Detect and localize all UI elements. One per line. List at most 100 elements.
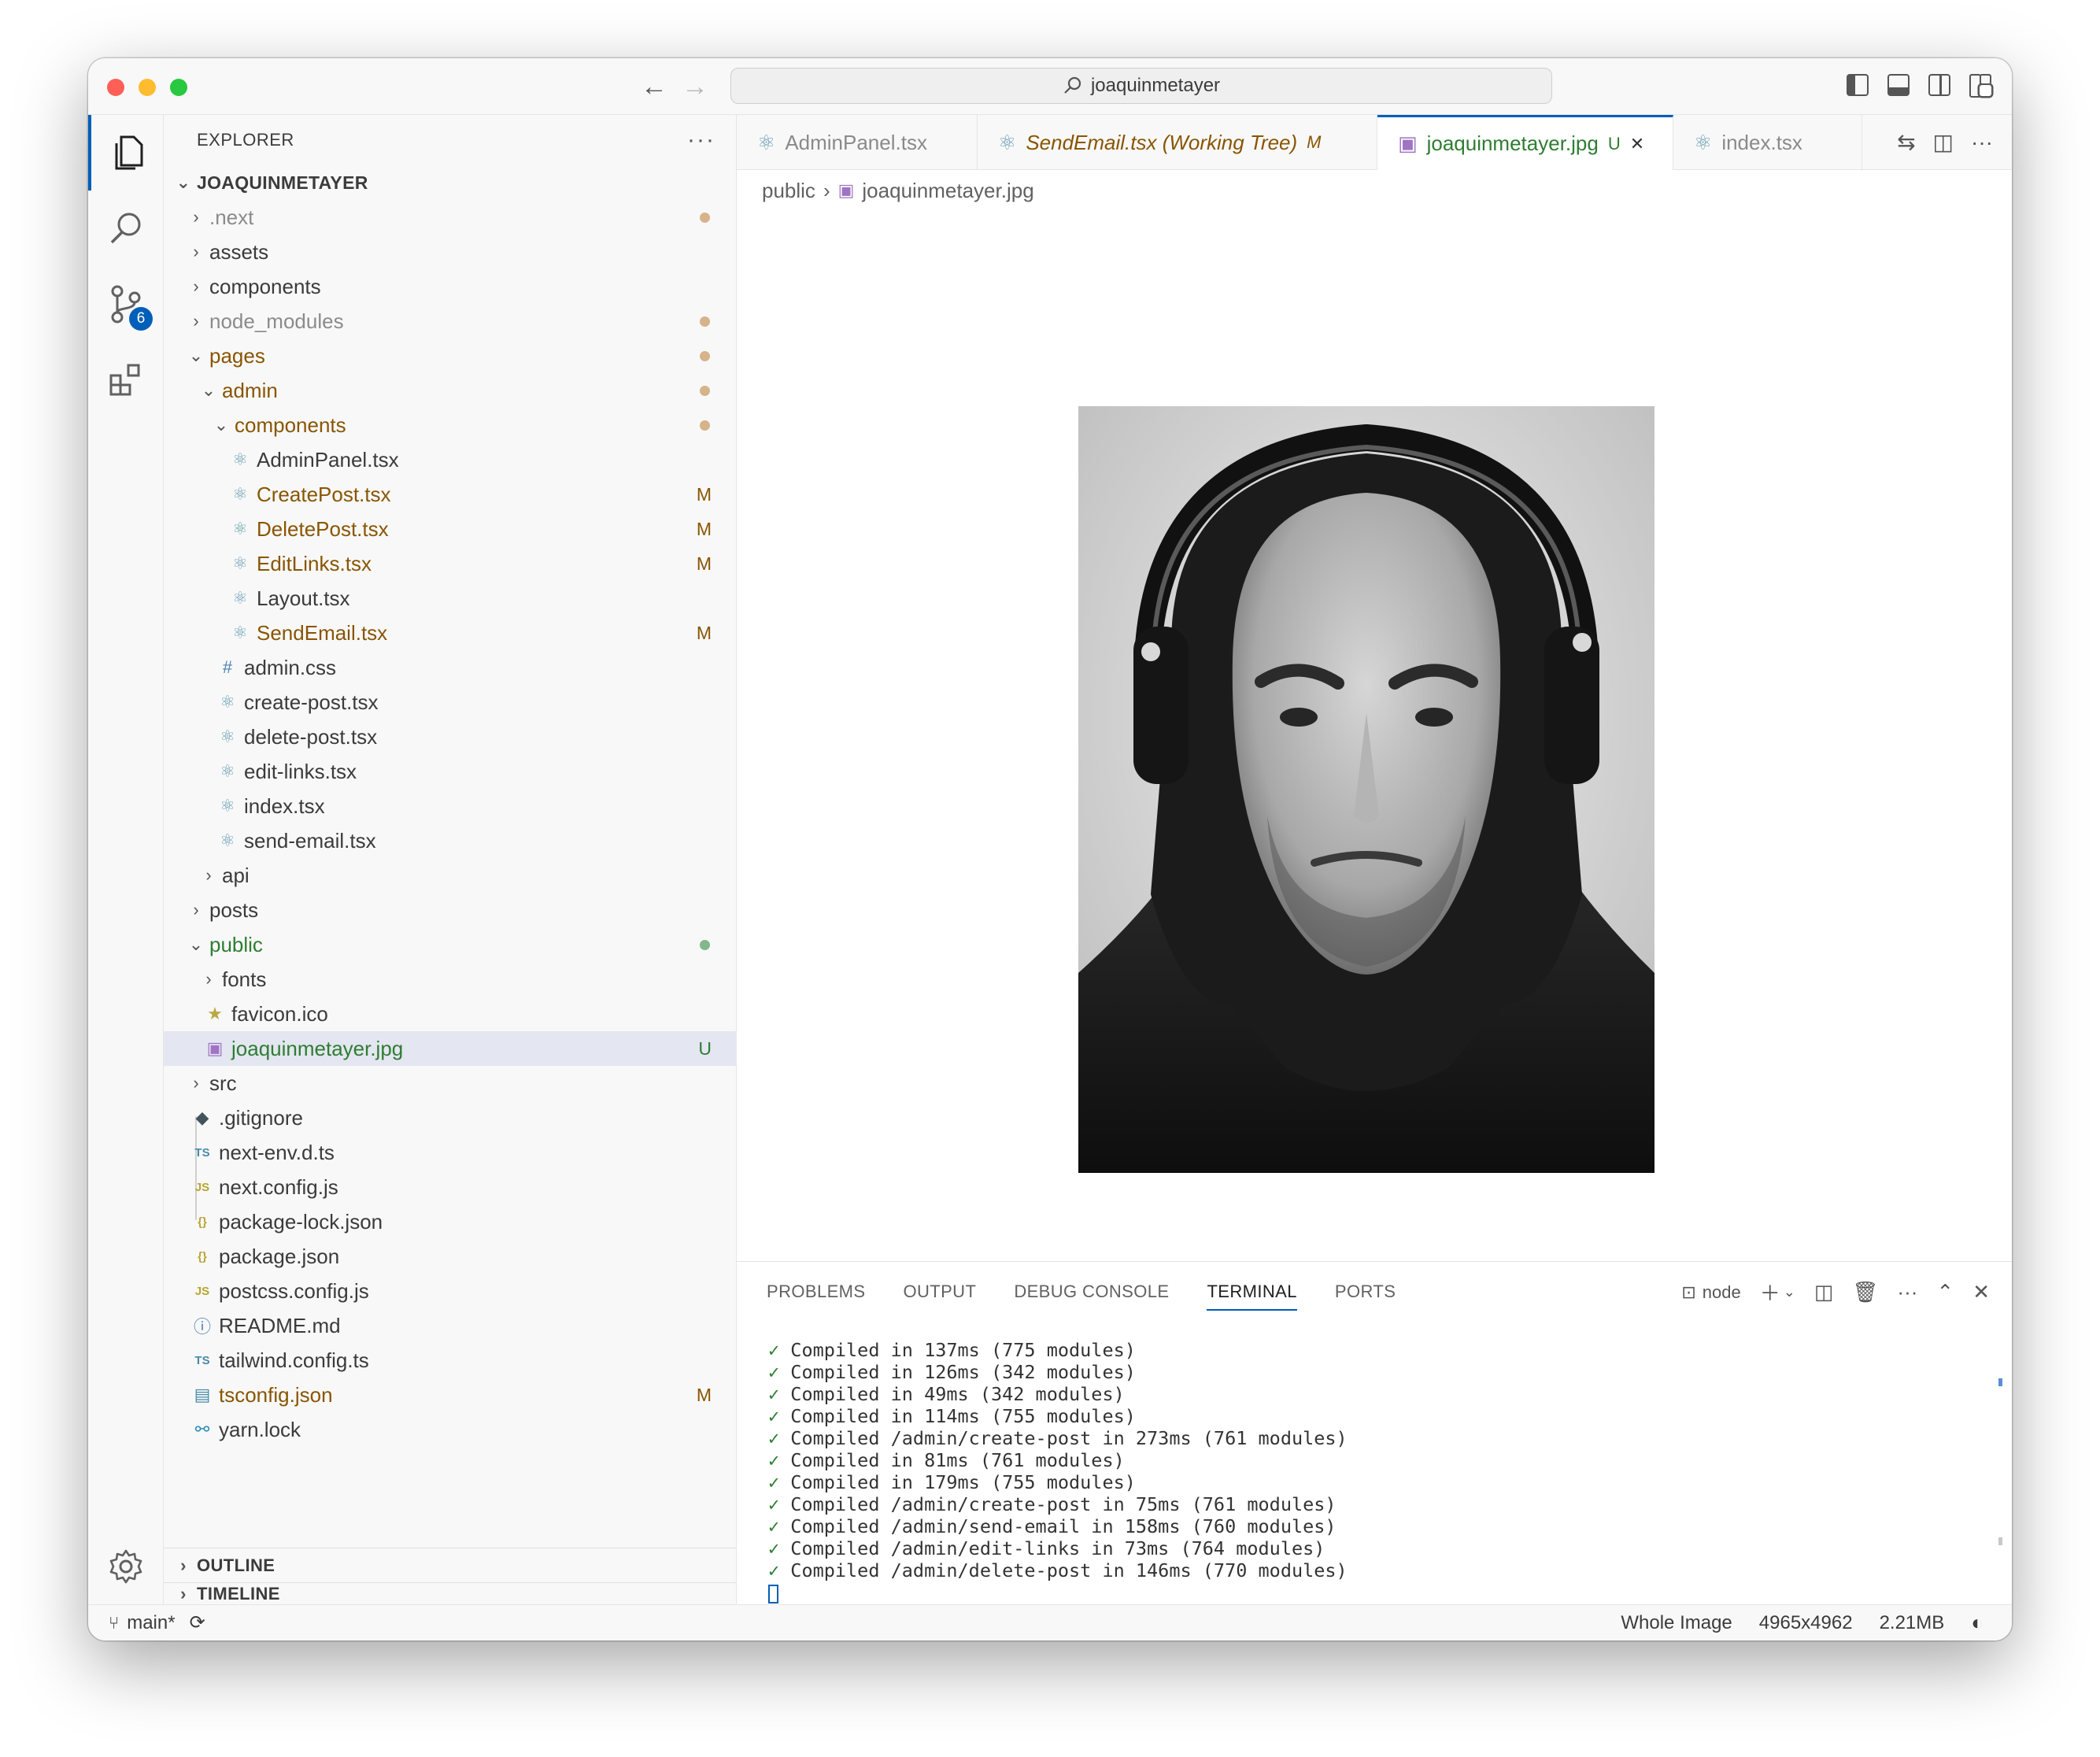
manage-activity[interactable] (88, 1529, 164, 1604)
file-item[interactable]: # admin.css (164, 650, 737, 685)
file-item[interactable]: ⚛ CreatePost.tsx M (164, 477, 737, 512)
close-panel-icon[interactable]: ✕ (1972, 1280, 1990, 1304)
chevron-right-icon: › (823, 178, 830, 202)
terminal-output[interactable]: ✓ Compiled in 137ms (775 modules) ✓ Compi… (768, 1339, 1348, 1603)
source-control-activity[interactable]: 6 (88, 266, 164, 342)
extensions-activity[interactable] (88, 342, 164, 417)
folder-item[interactable]: › node_modules (164, 304, 737, 338)
tab-debug-console[interactable]: DEBUG CONSOLE (995, 1262, 1188, 1322)
terminal-name[interactable]: node (1703, 1282, 1741, 1303)
file-item[interactable]: ★ favicon.ico (164, 997, 737, 1031)
tab-sendemail-working-tree[interactable]: ⚛ SendEmail.tsx (Working Tree) M (978, 115, 1377, 170)
file-item[interactable]: ⚛ EditLinks.tsx M (164, 546, 737, 581)
terminal-line-text: Compiled in 126ms (342 modules) (790, 1361, 1136, 1383)
close-tab-icon[interactable]: ✕ (1630, 134, 1644, 154)
image-file-icon: ▣ (837, 180, 855, 200)
file-item[interactable]: ⚛ Layout.tsx (164, 581, 737, 616)
back-arrow-icon[interactable]: ← (641, 72, 667, 101)
forward-arrow-icon[interactable]: → (682, 72, 708, 101)
toggle-secondary-sidebar-icon[interactable] (1928, 74, 1950, 96)
react-icon: ⚛ (232, 553, 248, 573)
timeline-section[interactable]: › TIMELINE (164, 1582, 737, 1604)
file-item[interactable]: {} package.json (164, 1239, 737, 1274)
folder-item[interactable]: › fonts (164, 962, 737, 997)
scm-count-badge: 6 (129, 307, 153, 331)
scrollbar-marker (1998, 1378, 2002, 1386)
workspace-root[interactable]: ⌄ JOAQUINMETAYER (164, 165, 737, 200)
explorer-activity[interactable] (88, 115, 164, 190)
tab-joaquinmetayer-jpg[interactable]: ▣ joaquinmetayer.jpg U ✕ (1377, 115, 1673, 170)
folder-item[interactable]: ⌄ admin (164, 373, 737, 408)
folder-item[interactable]: › api (164, 858, 737, 893)
tab-ports[interactable]: PORTS (1316, 1262, 1414, 1322)
tree-item-label: src (209, 1071, 237, 1095)
chevron-down-icon[interactable]: ⌄ (1784, 1284, 1795, 1300)
close-window-button[interactable] (107, 79, 124, 96)
file-item[interactable]: ⚛ send-email.tsx (164, 823, 737, 858)
tree-item-label: next.config.js (219, 1174, 338, 1199)
file-item[interactable]: ⚛ DeletePost.tsx M (164, 512, 737, 546)
customize-layout-icon[interactable] (1969, 74, 1991, 98)
search-activity[interactable] (88, 190, 164, 266)
breadcrumb-folder[interactable]: public (762, 179, 815, 203)
tree-item-label: .next (209, 205, 254, 229)
minimize-window-button[interactable] (139, 79, 156, 96)
chevron-up-icon[interactable]: ⌃ (1936, 1280, 1954, 1304)
file-item[interactable]: JS postcss.config.js (164, 1274, 737, 1308)
folder-item[interactable]: › .next (164, 200, 737, 235)
tree-item-label: yarn.lock (219, 1417, 301, 1441)
folder-item[interactable]: › src (164, 1066, 737, 1100)
more-actions-icon[interactable]: ··· (1971, 130, 1993, 155)
folder-item[interactable]: › components (164, 269, 737, 304)
command-center-search[interactable]: joaquinmetayer (730, 68, 1552, 104)
file-item[interactable]: JS next.config.js (164, 1170, 737, 1204)
file-item[interactable]: ⚛ index.tsx (164, 789, 737, 823)
sync-icon[interactable]: ⟳ (190, 1611, 205, 1634)
tab-terminal[interactable]: TERMINAL (1188, 1262, 1315, 1322)
folder-item[interactable]: › assets (164, 235, 737, 269)
tree-item-label: DeletePost.tsx (257, 516, 389, 541)
tab-problems[interactable]: PROBLEMS (748, 1262, 884, 1322)
tab-index[interactable]: ⚛ index.tsx (1673, 115, 1862, 170)
file-item[interactable]: ⚯ yarn.lock (164, 1412, 737, 1447)
split-terminal-icon[interactable]: ◫ (1814, 1280, 1834, 1304)
file-item[interactable]: TS tailwind.config.ts (164, 1343, 737, 1378)
file-item[interactable]: ◆ .gitignore (164, 1100, 737, 1135)
react-icon: ⚛ (998, 130, 1017, 154)
folder-item[interactable]: ⌄ components (164, 408, 737, 442)
editor-area: ⚛ AdminPanel.tsx ⚛ SendEmail.tsx (Workin… (737, 115, 2012, 1261)
branch-name[interactable]: main* (127, 1612, 175, 1634)
toggle-panel-icon[interactable] (1887, 74, 1910, 96)
folder-item[interactable]: ⌄ pages (164, 338, 737, 373)
folder-item[interactable]: › posts (164, 893, 737, 927)
file-item[interactable]: ⚛ edit-links.tsx (164, 754, 737, 789)
split-editor-icon[interactable]: ◫ (1933, 129, 1954, 155)
tab-adminpanel[interactable]: ⚛ AdminPanel.tsx (737, 115, 978, 170)
breadcrumb-file[interactable]: joaquinmetayer.jpg (862, 179, 1033, 203)
toggle-primary-sidebar-icon[interactable] (1847, 74, 1869, 96)
theme-contrast-icon[interactable]: ◐ (1971, 1611, 1984, 1635)
outline-section[interactable]: › OUTLINE (164, 1548, 737, 1582)
image-zoom-mode[interactable]: Whole Image (1621, 1612, 1732, 1634)
maximize-window-button[interactable] (170, 79, 187, 96)
terminal-line: ✓ Compiled in 126ms (342 modules) (768, 1361, 1348, 1383)
trash-icon[interactable]: 🗑 (1852, 1280, 1878, 1304)
file-item[interactable]: ⓘ README.md (164, 1308, 737, 1343)
file-item[interactable]: ▣ joaquinmetayer.jpg U (164, 1031, 737, 1066)
file-item[interactable]: TS next-env.d.ts (164, 1135, 737, 1170)
file-item[interactable]: ⚛ AdminPanel.tsx (164, 442, 737, 477)
search-icon (1064, 76, 1081, 94)
file-item[interactable]: ⚛ create-post.tsx (164, 685, 737, 719)
new-terminal-icon[interactable]: ＋ (1760, 1278, 1780, 1307)
folder-item[interactable]: ⌄ public (164, 927, 737, 962)
tab-output[interactable]: OUTPUT (884, 1262, 995, 1322)
file-item[interactable]: ⚛ delete-post.tsx (164, 719, 737, 754)
react-icon: ⚛ (220, 761, 235, 781)
file-item[interactable]: {} package-lock.json (164, 1204, 737, 1239)
file-item[interactable]: ⚛ SendEmail.tsx M (164, 616, 737, 650)
chevron-right-icon: › (193, 1073, 199, 1093)
more-actions-icon[interactable]: ··· (1897, 1280, 1917, 1304)
open-changes-icon[interactable]: ⇆ (1897, 129, 1915, 155)
file-item[interactable]: ▤ tsconfig.json M (164, 1378, 737, 1412)
more-actions-icon[interactable]: ··· (687, 127, 715, 154)
